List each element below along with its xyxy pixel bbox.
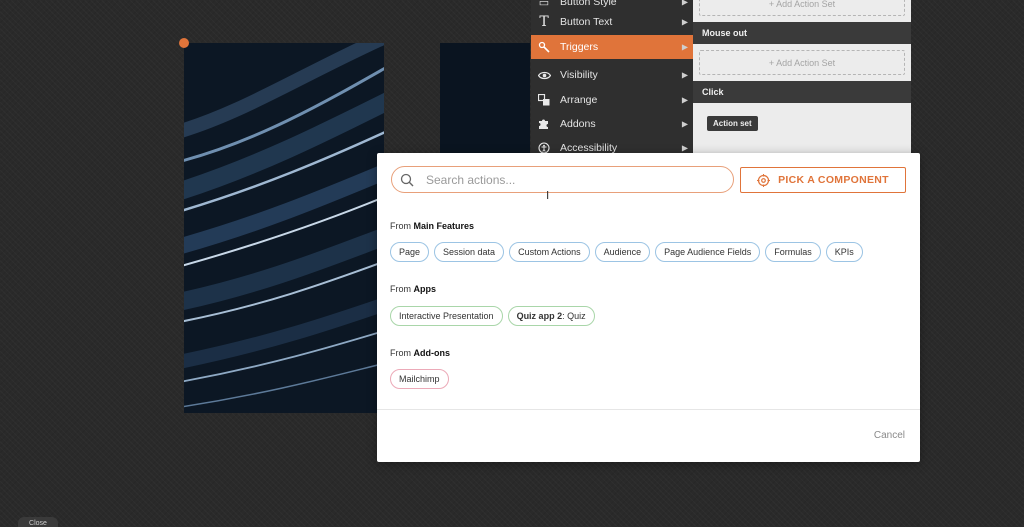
menu-item-label: Button Style: [560, 0, 617, 8]
search-icon: [394, 173, 420, 187]
chip-quiz-app[interactable]: Quiz app 2: Quiz: [507, 306, 595, 326]
canvas-image[interactable]: [184, 43, 384, 413]
section-label-main-features: From Main Features: [390, 221, 474, 231]
arrange-icon: [537, 93, 551, 107]
triggers-panel: + Add Action Set Mouse out + Add Action …: [693, 0, 911, 153]
chip-page[interactable]: Page: [390, 242, 430, 262]
menu-item-label: Button Text: [560, 16, 613, 28]
context-menu: ▭ Button Style ▶ T Button Text ▶ Trigger…: [531, 0, 693, 153]
menu-item-triggers[interactable]: Triggers ▶: [531, 35, 693, 59]
button-style-icon: ▭: [538, 0, 550, 9]
chip-formulas[interactable]: Formulas: [765, 242, 821, 262]
pick-component-button[interactable]: PICK A COMPONENT: [740, 167, 906, 193]
chevron-right-icon: ▶: [681, 70, 688, 80]
section-label-addons: From Add-ons: [390, 348, 450, 358]
section-prefix: From: [390, 284, 411, 294]
menu-item-label: Addons: [560, 118, 596, 130]
action-picker-modal: Ⅰ PICK A COMPONENT From Main Features Pa…: [377, 153, 920, 462]
chip-app-component: : Quiz: [562, 311, 586, 321]
chip-mailchimp[interactable]: Mailchimp: [390, 369, 449, 389]
chevron-right-icon: ▶: [681, 42, 688, 52]
menu-item-label: Visibility: [560, 69, 598, 81]
search-input[interactable]: [426, 169, 716, 190]
menu-item-accessibility[interactable]: Accessibility ▶: [531, 136, 693, 153]
menu-item-arrange[interactable]: Arrange ▶: [531, 88, 693, 112]
action-set-tag: Action set: [707, 116, 758, 131]
main-features-chips: Page Session data Custom Actions Audienc…: [390, 242, 863, 262]
chip-kpis[interactable]: KPIs: [825, 242, 863, 262]
section-prefix: From: [390, 348, 411, 358]
addons-chips: Mailchimp: [390, 369, 449, 389]
cancel-button[interactable]: Cancel: [874, 430, 905, 441]
wand-icon: [537, 40, 551, 54]
chip-app-name: Quiz app 2: [516, 311, 563, 321]
mouse-out-header: Mouse out: [693, 22, 911, 44]
text-cursor-icon: Ⅰ: [546, 189, 550, 202]
accessibility-icon: [537, 141, 551, 153]
chip-interactive-presentation[interactable]: Interactive Presentation: [390, 306, 503, 326]
menu-item-addons[interactable]: Addons ▶: [531, 112, 693, 136]
chip-audience[interactable]: Audience: [594, 242, 651, 262]
section-name: Main Features: [413, 221, 475, 231]
chevron-right-icon: ▶: [681, 119, 688, 129]
add-action-set-button-mouse-out[interactable]: + Add Action Set: [699, 50, 905, 75]
click-header: Click: [693, 81, 911, 103]
text-icon: T: [539, 14, 549, 30]
apps-chips: Interactive Presentation Quiz app 2: Qui…: [390, 306, 595, 326]
search-box[interactable]: Ⅰ: [391, 166, 734, 202]
pick-component-label: PICK A COMPONENT: [778, 174, 889, 186]
resize-handle[interactable]: [179, 38, 189, 48]
section-name: Add-ons: [413, 348, 451, 358]
chip-session-data[interactable]: Session data: [434, 242, 505, 262]
chevron-right-icon: ▶: [681, 17, 688, 27]
menu-item-label: Triggers: [560, 41, 599, 53]
close-tab[interactable]: Close: [18, 517, 58, 527]
menu-item-visibility[interactable]: Visibility ▶: [531, 63, 693, 87]
chevron-right-icon: ▶: [681, 95, 688, 105]
section-label-apps: From Apps: [390, 284, 436, 294]
abstract-curves-image: [184, 43, 384, 413]
eye-icon: [537, 68, 551, 82]
target-icon: [757, 173, 771, 187]
chip-custom-actions[interactable]: Custom Actions: [509, 242, 590, 262]
add-action-set-button[interactable]: + Add Action Set: [699, 0, 905, 16]
menu-item-label: Accessibility: [560, 142, 618, 153]
menu-item-label: Arrange: [560, 94, 598, 106]
modal-divider: [377, 409, 920, 410]
canvas-image-extension: [440, 43, 530, 153]
section-prefix: From: [390, 221, 411, 231]
chip-page-audience-fields[interactable]: Page Audience Fields: [655, 242, 761, 262]
chevron-right-icon: ▶: [681, 143, 688, 153]
puzzle-icon: [537, 117, 551, 131]
section-name: Apps: [413, 284, 437, 294]
chevron-right-icon: ▶: [681, 0, 688, 7]
menu-item-button-text[interactable]: T Button Text ▶: [531, 10, 693, 34]
